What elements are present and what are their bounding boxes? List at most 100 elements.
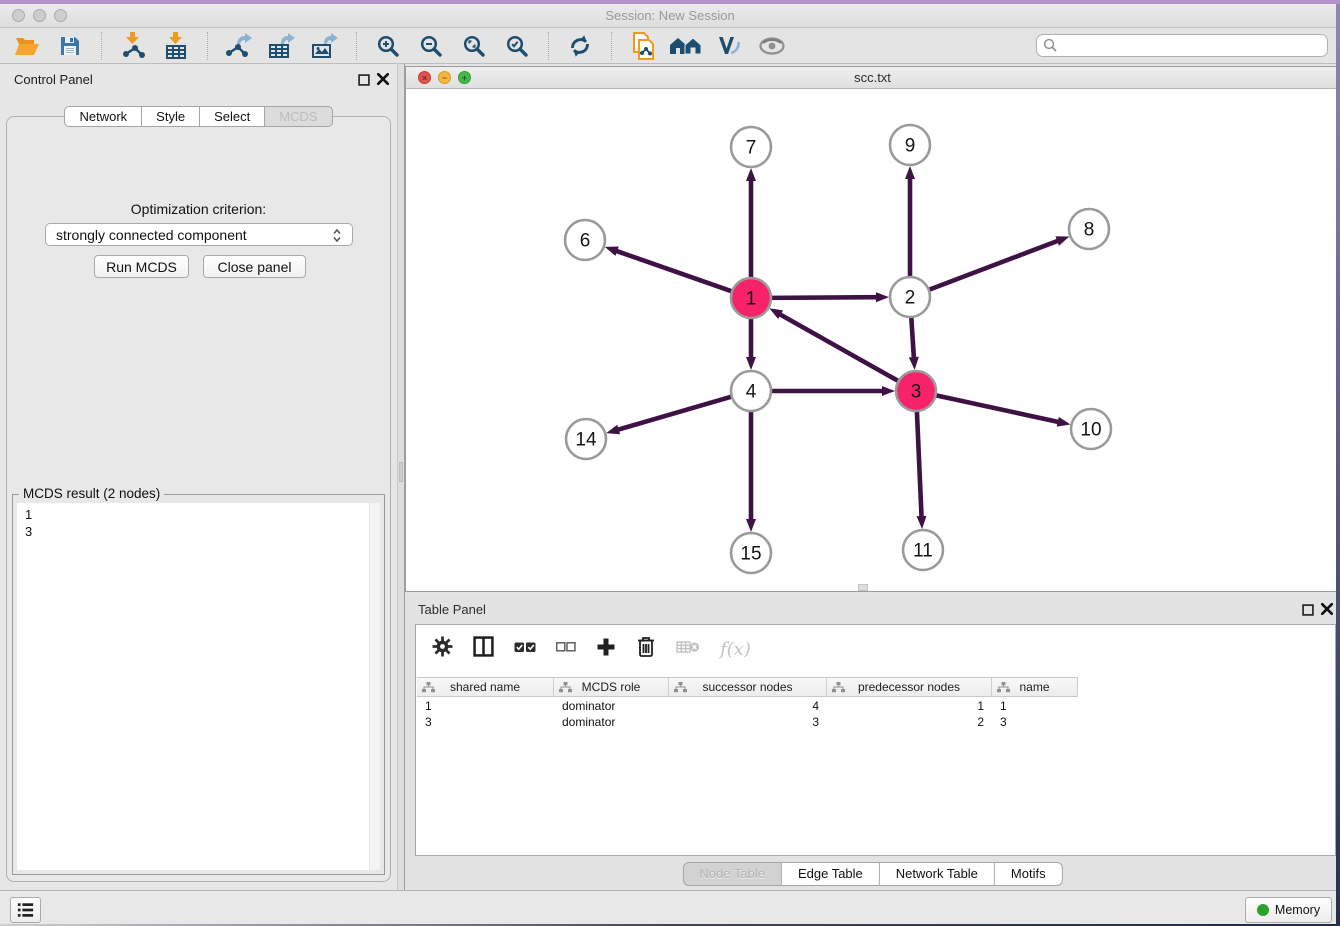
criterion-dropdown[interactable]: strongly connected component [45, 223, 353, 246]
tab-network-table[interactable]: Network Table [880, 862, 995, 886]
cell-mcds-role[interactable]: dominator [554, 698, 669, 714]
result-scrollbar[interactable] [369, 503, 380, 870]
edge-3-11[interactable] [917, 411, 922, 518]
float-icon [358, 74, 370, 86]
tab-mcds[interactable]: MCDS [265, 106, 332, 127]
save-session-button[interactable] [53, 31, 87, 61]
network-canvas[interactable]: 7968124314101511 [406, 89, 1339, 591]
close-table-panel-button[interactable] [1321, 602, 1333, 620]
create-column-button[interactable] [596, 637, 616, 662]
column-header-successor-nodes[interactable]: successor nodes [669, 678, 827, 696]
list-icon [17, 902, 34, 918]
column-tree-icon [559, 682, 572, 693]
refresh-icon [568, 34, 592, 58]
memory-label: Memory [1275, 903, 1320, 917]
export-image-icon [311, 33, 339, 59]
edge-3-1[interactable] [779, 314, 899, 381]
zoom-in-button[interactable] [371, 31, 405, 61]
edge-3-10[interactable] [936, 395, 1060, 422]
table-toolbar: f(x) [416, 625, 1335, 673]
search-input[interactable] [1036, 34, 1328, 57]
table-row[interactable]: 3dominator323 [417, 714, 1078, 730]
tab-edge-table[interactable]: Edge Table [782, 862, 880, 886]
task-history-button[interactable] [10, 897, 41, 923]
function-builder-button[interactable]: f(x) [720, 639, 751, 660]
close-mcds-panel-button[interactable]: Close panel [203, 255, 306, 278]
cell-shared-name[interactable]: 3 [417, 714, 554, 730]
run-mcds-button[interactable]: Run MCDS [94, 255, 189, 278]
export-table-button[interactable] [265, 31, 299, 61]
zoom-out-icon [420, 35, 442, 57]
mcds-result-textarea[interactable]: 1 3 [17, 503, 380, 870]
network-graph[interactable]: 7968124314101511 [406, 89, 1339, 591]
zoom-out-button[interactable] [414, 31, 448, 61]
table-settings-button[interactable] [432, 636, 453, 662]
float-table-panel-button[interactable] [1302, 603, 1314, 621]
export-network-button[interactable] [222, 31, 256, 61]
cell-predecessor-nodes[interactable]: 1 [827, 698, 992, 714]
cell-mcds-role[interactable]: dominator [554, 714, 669, 730]
cell-successor-nodes[interactable]: 3 [669, 714, 827, 730]
mcds-result-title: MCDS result (2 nodes) [19, 486, 164, 501]
column-header-name[interactable]: name [992, 678, 1078, 696]
column-header-predecessor-nodes[interactable]: predecessor nodes [827, 678, 992, 696]
column-tree-icon [674, 682, 687, 693]
mcds-result-group: MCDS result (2 nodes) 1 3 [12, 494, 385, 875]
open-session-button[interactable] [10, 31, 44, 61]
network-title: scc.txt [406, 70, 1339, 85]
show-column-panel-button[interactable] [473, 636, 494, 662]
save-icon [59, 35, 81, 57]
table-row[interactable]: 1dominator411 [417, 698, 1078, 714]
edge-1-6[interactable] [615, 251, 732, 292]
cell-name[interactable]: 1 [992, 698, 1078, 714]
float-panel-button[interactable] [358, 73, 370, 91]
annotations-button[interactable] [712, 31, 746, 61]
edge-arrow-1-4 [746, 357, 756, 370]
edge-4-14[interactable] [617, 397, 732, 430]
export-table-icon [268, 33, 296, 59]
tab-node-table[interactable]: Node Table [682, 862, 782, 886]
criterion-value: strongly connected component [56, 227, 247, 243]
canvas-splitter-handle[interactable] [858, 584, 868, 591]
cell-successor-nodes[interactable]: 4 [669, 698, 827, 714]
cell-name[interactable]: 3 [992, 714, 1078, 730]
import-network-button[interactable] [116, 31, 150, 61]
edge-2-8[interactable] [929, 240, 1059, 290]
edge-1-2[interactable] [771, 297, 878, 298]
refresh-button[interactable] [563, 31, 597, 61]
node-label-10: 10 [1080, 420, 1101, 441]
control-panel-tabs: NetworkStyleSelectMCDS [0, 106, 397, 127]
column-header-mcds-role[interactable]: MCDS role [554, 678, 669, 696]
desktop-edge-right [1336, 4, 1340, 926]
select-all-columns-button[interactable] [514, 640, 536, 659]
zoom-fit-button[interactable] [457, 31, 491, 61]
table-panel-title: Table Panel [418, 602, 486, 617]
column-tree-icon [422, 682, 435, 693]
cell-predecessor-nodes[interactable]: 2 [827, 714, 992, 730]
show-hide-graphics-button[interactable] [755, 31, 789, 61]
delete-table-button[interactable] [676, 639, 700, 660]
node-table-container: f(x) shared nameMCDS rolesuccessor nodes… [415, 624, 1336, 856]
home-network-button[interactable] [669, 31, 703, 61]
tab-select[interactable]: Select [200, 106, 265, 127]
edge-2-3[interactable] [911, 317, 914, 359]
export-image-button[interactable] [308, 31, 342, 61]
column-header-shared-name[interactable]: shared name [417, 678, 554, 696]
tab-network[interactable]: Network [64, 106, 142, 127]
cell-shared-name[interactable]: 1 [417, 698, 554, 714]
vertical-splitter[interactable] [397, 64, 405, 890]
zoom-selected-button[interactable] [500, 31, 534, 61]
edge-arrow-2-3 [909, 357, 919, 370]
edge-arrow-1-6 [605, 246, 619, 255]
close-panel-button[interactable] [377, 72, 389, 90]
column-tree-icon [997, 682, 1010, 693]
tab-motifs[interactable]: Motifs [995, 862, 1063, 886]
edge-arrow-2-9 [905, 166, 915, 179]
clone-network-button[interactable] [626, 31, 660, 61]
memory-button[interactable]: Memory [1245, 897, 1332, 923]
import-table-button[interactable] [159, 31, 193, 61]
tab-style[interactable]: Style [142, 106, 200, 127]
unselect-all-columns-button[interactable] [556, 640, 576, 658]
splitter-handle[interactable] [399, 462, 403, 482]
delete-column-button[interactable] [636, 636, 656, 663]
